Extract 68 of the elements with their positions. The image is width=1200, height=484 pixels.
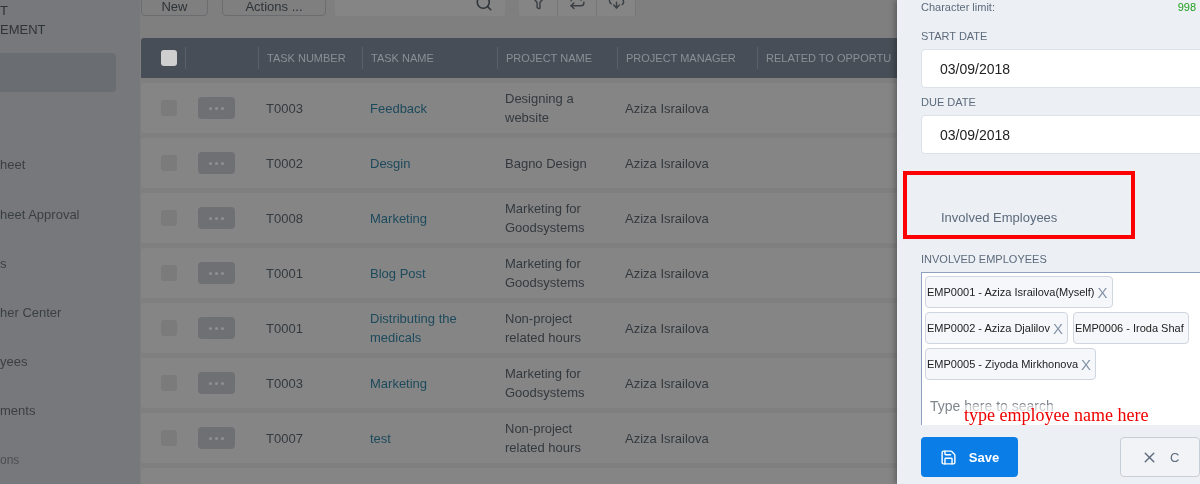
- tag-label: EMP0002 - Aziza Djalilov: [927, 322, 1050, 334]
- remove-tag-button[interactable]: X: [1081, 355, 1092, 373]
- date-field[interactable]: 03/09/2018: [921, 115, 1200, 154]
- remove-tag-button[interactable]: X: [1052, 319, 1063, 337]
- row-menu-button[interactable]: [198, 152, 235, 174]
- sidebar-item[interactable]: heet: [0, 140, 140, 190]
- sidebar-item[interactable]: her Center: [0, 287, 140, 337]
- select-all-checkbox[interactable]: [161, 50, 177, 66]
- remove-tag-button[interactable]: X: [1097, 283, 1108, 301]
- field-label: DUE DATE: [921, 96, 977, 110]
- row-menu-button[interactable]: [198, 317, 235, 339]
- employee-picker[interactable]: EMP0001 - Aziza Israilova(Myself) X EMP0002 - Aziza Djalilov X EMP0006 - Iroda Shaf EMP0005 - Ziyoda Mirkhonova X Type here to search type employee name here: [921, 272, 1200, 425]
- table-cell-text: T0001: [265, 264, 304, 283]
- table-cell-text: Aziza Israilova: [624, 429, 710, 448]
- task-link[interactable]: Distributing the medicals: [362, 309, 497, 347]
- column-header[interactable]: TASK NAME: [362, 47, 497, 69]
- table-cell-text: T0007: [265, 429, 304, 448]
- table-cell-text: Aziza Israilova: [624, 264, 710, 283]
- task-link[interactable]: test: [362, 428, 397, 448]
- section-title: Involved Employees: [941, 210, 1058, 225]
- sidebar-title: EMENT: [0, 21, 47, 39]
- new-button[interactable]: New: [141, 0, 208, 16]
- table-cell-text: Designing a website: [504, 90, 575, 127]
- task-link[interactable]: Marketing: [362, 208, 434, 228]
- table-cell-text: Aziza Israilova: [624, 154, 710, 173]
- tag-label: EMP0001 - Aziza Israilova(Myself): [927, 286, 1095, 298]
- row-menu-button[interactable]: [198, 97, 235, 119]
- table-cell-text: Marketing for Goodsystems: [504, 255, 586, 292]
- field-label: START DATE: [921, 30, 989, 44]
- date-field[interactable]: 03/09/2018: [921, 49, 1200, 88]
- table-cell-text: T0008: [265, 209, 304, 228]
- character-limit-label: Character limit:: [921, 1, 995, 14]
- row-menu-button[interactable]: [198, 372, 235, 394]
- table-cell-text: Marketing for Goodsystems: [504, 200, 586, 237]
- column-header[interactable]: TASK NUMBER: [258, 47, 362, 69]
- task-link[interactable]: Marketing: [362, 373, 434, 393]
- tag-label: EMP0005 - Ziyoda Mirkhonova: [927, 358, 1078, 370]
- cancel-button[interactable]: C: [1120, 437, 1200, 477]
- table-cell-text: Non-project related hours: [504, 310, 582, 347]
- table-cell-text: T0003: [265, 374, 304, 393]
- table-cell-text: Aziza Israilova: [624, 209, 710, 228]
- table-cell-text: T0001: [265, 319, 304, 338]
- table-cell-text: T0003: [265, 99, 304, 118]
- row-menu-button[interactable]: [198, 427, 235, 449]
- task-link[interactable]: Feedback: [362, 98, 434, 118]
- save-icon: [939, 448, 957, 466]
- sidebar-item[interactable]: s: [0, 238, 140, 288]
- table-cell-text: Aziza Israilova: [624, 99, 710, 118]
- table-cell-text: Marketing for Goodsystems: [504, 365, 586, 402]
- sidebar-item[interactable]: yees: [0, 336, 140, 386]
- sidebar-item[interactable]: heet Approval: [0, 189, 140, 239]
- table-cell-text: Non-project related hours: [504, 420, 582, 457]
- sidebar-title: T: [0, 2, 9, 20]
- row-menu-button[interactable]: [198, 262, 235, 284]
- table-cell-text: Bagno Design: [504, 154, 588, 173]
- row-menu-button[interactable]: [198, 207, 235, 229]
- sidebar-item[interactable]: ments: [0, 385, 140, 435]
- table-cell-text: Aziza Israilova: [624, 374, 710, 393]
- character-limit-value: 998: [1177, 1, 1196, 14]
- field-label: INVOLVED EMPLOYEES: [921, 253, 1048, 267]
- task-link[interactable]: Desgin: [362, 153, 417, 173]
- save-button[interactable]: Save: [921, 437, 1018, 477]
- column-header[interactable]: PROJECT NAME: [497, 47, 617, 69]
- task-link[interactable]: Blog Post: [362, 263, 432, 283]
- table-cell-text: T0002: [265, 154, 304, 173]
- column-header[interactable]: PROJECT MANAGER: [617, 47, 757, 69]
- actions-button[interactable]: Actions ...: [222, 0, 326, 16]
- table-cell-text: Aziza Israilova: [624, 319, 710, 338]
